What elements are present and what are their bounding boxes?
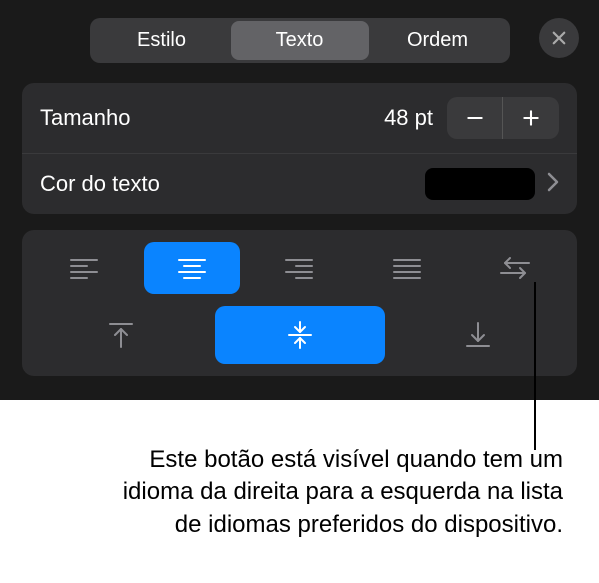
plus-icon xyxy=(521,108,541,128)
vertical-align-row xyxy=(36,306,563,364)
tab-text[interactable]: Texto xyxy=(231,21,369,60)
align-right-button[interactable] xyxy=(252,242,348,294)
size-decrease-button[interactable] xyxy=(447,97,503,139)
segmented-control: Estilo Texto Ordem xyxy=(90,18,510,63)
callout-leader-line xyxy=(534,282,536,450)
tabs-row: Estilo Texto Ordem xyxy=(22,18,577,63)
text-properties-group: Tamanho 48 pt Cor do texto xyxy=(22,83,577,214)
align-justify-button[interactable] xyxy=(359,242,455,294)
size-value: 48 pt xyxy=(384,105,447,131)
tab-order[interactable]: Ordem xyxy=(369,21,507,60)
format-panel: Estilo Texto Ordem Tamanho 48 pt Cor do … xyxy=(0,0,599,400)
align-top-button[interactable] xyxy=(36,306,206,364)
align-bottom-button[interactable] xyxy=(393,306,563,364)
chevron-right-icon xyxy=(547,172,559,197)
text-color-swatch xyxy=(425,168,535,200)
text-color-row[interactable]: Cor do texto xyxy=(22,154,577,214)
align-middle-button[interactable] xyxy=(215,306,385,364)
align-center-icon xyxy=(177,256,207,280)
size-stepper xyxy=(447,97,559,139)
text-direction-button[interactable] xyxy=(467,242,563,294)
minus-icon xyxy=(465,108,485,128)
size-label: Tamanho xyxy=(40,105,384,131)
tab-style[interactable]: Estilo xyxy=(93,21,231,60)
close-button[interactable] xyxy=(539,18,579,58)
alignment-group xyxy=(22,230,577,376)
callout-text: Este botão está visível quando tem um id… xyxy=(93,444,563,541)
align-top-icon xyxy=(108,321,134,349)
align-bottom-icon xyxy=(465,321,491,349)
align-middle-icon xyxy=(287,320,313,350)
text-color-label: Cor do texto xyxy=(40,171,425,197)
size-row: Tamanho 48 pt xyxy=(22,83,577,154)
horizontal-align-row xyxy=(36,242,563,294)
text-direction-icon xyxy=(499,256,531,280)
align-justify-icon xyxy=(392,256,422,280)
close-icon xyxy=(550,29,568,47)
align-right-icon xyxy=(284,256,314,280)
align-left-icon xyxy=(69,256,99,280)
align-left-button[interactable] xyxy=(36,242,132,294)
size-increase-button[interactable] xyxy=(503,97,559,139)
align-center-button[interactable] xyxy=(144,242,240,294)
